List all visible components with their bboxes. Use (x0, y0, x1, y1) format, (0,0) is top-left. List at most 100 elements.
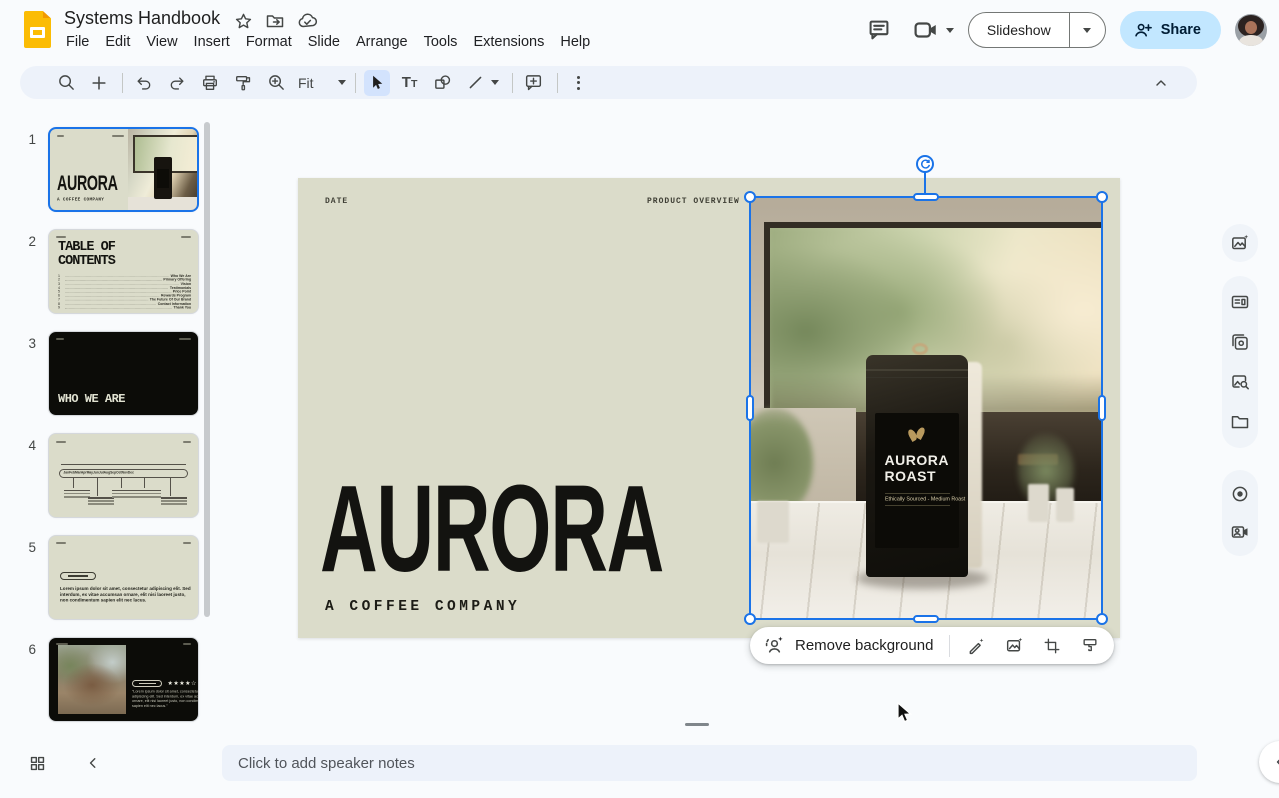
side-rail-group-bottom (1222, 470, 1258, 556)
crop-icon[interactable] (1038, 632, 1066, 660)
menu-item[interactable]: Slide (300, 32, 348, 52)
select-tool-button[interactable] (364, 70, 390, 96)
canvas-scroll-dash[interactable] (685, 723, 709, 726)
remove-background-icon[interactable] (764, 635, 785, 656)
resize-handle-ne[interactable] (1096, 191, 1108, 203)
zoom-icon[interactable] (263, 70, 289, 96)
video-record-icon[interactable] (1226, 518, 1254, 546)
resize-handle-sw[interactable] (744, 613, 756, 625)
mouse-cursor (896, 702, 916, 724)
overview-label-text[interactable]: PRODUCT OVERVIEW (647, 197, 740, 206)
magic-edit-icon[interactable] (962, 632, 990, 660)
slide-number: 4 (14, 438, 36, 453)
slide-thumbnail-4[interactable]: JanFebMarAprMayJunJulAugSepOctNovDec (48, 433, 199, 518)
format-options-icon[interactable] (1076, 632, 1104, 660)
date-placeholder-text[interactable]: DATE (325, 197, 348, 206)
text-box-tool[interactable]: TT (397, 70, 423, 96)
menu-item[interactable]: Arrange (348, 32, 416, 52)
slide-thumbnail-6[interactable]: ★★★★☆ "Lorem ipsum dolor sit amet, conse… (48, 637, 199, 722)
zoom-select[interactable]: Fit (296, 75, 346, 91)
cloud-saved-icon[interactable] (297, 11, 318, 31)
menu-item[interactable]: Edit (97, 32, 138, 52)
slideshow-menu-button[interactable] (1069, 13, 1105, 47)
replace-image-icon[interactable] (1000, 632, 1028, 660)
rotate-handle[interactable] (916, 155, 934, 173)
resize-handle-nw[interactable] (744, 191, 756, 203)
comment-history-icon[interactable] (859, 10, 899, 50)
filmstrip-scrollbar[interactable] (204, 122, 210, 617)
resize-handle-s[interactable] (913, 615, 939, 623)
caret-down-icon[interactable] (946, 28, 954, 33)
print-icon[interactable] (197, 70, 223, 96)
menu-item[interactable]: Tools (416, 32, 466, 52)
speaker-notes-input[interactable]: Click to add speaker notes (222, 745, 1197, 781)
share-button[interactable]: Share (1120, 11, 1221, 49)
slide-thumbnail-3[interactable]: WHO WE ARE (48, 331, 199, 416)
slide-number: 2 (14, 234, 36, 249)
person-add-icon (1134, 21, 1153, 40)
side-rail-group-middle (1222, 276, 1258, 448)
remove-background-button[interactable]: Remove background (795, 637, 933, 654)
search-menus-icon[interactable] (53, 70, 79, 96)
slide-number: 1 (14, 132, 36, 147)
account-avatar[interactable] (1235, 14, 1267, 46)
resize-handle-se[interactable] (1096, 613, 1108, 625)
shape-tool[interactable] (430, 70, 456, 96)
star-outline-icon[interactable] (234, 12, 253, 31)
menu-item[interactable]: View (138, 32, 185, 52)
paint-format-icon[interactable] (230, 70, 256, 96)
resize-handle-w[interactable] (746, 395, 754, 421)
slide-canvas[interactable]: DATE PRODUCT OVERVIEW AURORA A COFFEE CO… (298, 178, 1120, 638)
side-rail-group-top (1222, 224, 1258, 262)
slide-filmstrip: 1 AURORA A COFFEE COMPANY 2 TABLE OF CON… (0, 110, 218, 750)
speaker-notes-placeholder: Click to add speaker notes (238, 755, 415, 772)
menu-item[interactable]: File (58, 32, 97, 52)
slides-logo-icon[interactable] (24, 11, 51, 48)
join-meet-button[interactable] (913, 19, 954, 41)
resize-handle-e[interactable] (1098, 395, 1106, 421)
collapse-toolbar-icon[interactable] (1148, 70, 1174, 96)
slide-number: 6 (14, 642, 36, 657)
photo-stack-icon[interactable] (1226, 328, 1254, 356)
record-icon[interactable] (1226, 480, 1254, 508)
menu-item[interactable]: Help (552, 32, 598, 52)
line-tool[interactable] (463, 70, 489, 96)
move-folder-icon[interactable] (265, 11, 285, 31)
menu-item[interactable]: Format (238, 32, 300, 52)
document-title[interactable]: Systems Handbook (64, 8, 220, 29)
slide-thumbnail-2[interactable]: TABLE OF CONTENTS 1Who We Are 2Primary O… (48, 229, 199, 314)
header: Systems Handbook FileEditViewInsertForma… (0, 0, 1279, 60)
slide-image[interactable]: AURORA ROAST Ethically Sourced - Medium … (750, 197, 1102, 619)
coffee-bag-graphic: AURORA ROAST Ethically Sourced - Medium … (866, 355, 968, 577)
image-context-toolbar: Remove background (750, 627, 1114, 664)
undo-icon[interactable] (131, 70, 157, 96)
slide-subtitle-text[interactable]: A COFFEE COMPANY (325, 599, 520, 615)
thumbnail-image (128, 129, 197, 210)
star-rating: ★★★★☆ (167, 680, 196, 687)
slide-thumbnail-5[interactable]: Lorem ipsum dolor sit amet, consectetur … (48, 535, 199, 620)
leaf-logo-icon (908, 427, 926, 443)
contact-card-icon[interactable] (1226, 288, 1254, 316)
image-search-icon[interactable] (1226, 368, 1254, 396)
ai-image-icon[interactable] (1226, 229, 1254, 257)
menu-item[interactable]: Insert (186, 32, 238, 52)
caret-down-icon[interactable] (491, 80, 499, 85)
more-options-kebab-icon[interactable] (566, 70, 592, 96)
thumbnail-photo (58, 645, 127, 715)
slideshow-button[interactable]: Slideshow (968, 12, 1106, 48)
slideshow-label[interactable]: Slideshow (969, 13, 1069, 47)
grid-view-icon[interactable] (24, 750, 50, 776)
redo-icon[interactable] (164, 70, 190, 96)
caret-down-icon (338, 80, 346, 85)
add-comment-icon[interactable] (521, 70, 547, 96)
menubar: FileEditViewInsertFormatSlideArrangeTool… (58, 32, 598, 52)
folder-icon[interactable] (1226, 408, 1254, 436)
slide-thumbnail-1[interactable]: AURORA A COFFEE COMPANY (48, 127, 199, 212)
menu-item[interactable]: Extensions (465, 32, 552, 52)
resize-handle-n[interactable] (913, 193, 939, 201)
zoom-value: Fit (298, 75, 314, 91)
open-side-panel-button[interactable] (1259, 741, 1279, 783)
new-slide-button[interactable] (86, 70, 112, 96)
slide-title-text[interactable]: AURORA (320, 468, 663, 591)
collapse-filmstrip-chevron-icon[interactable] (80, 750, 106, 776)
